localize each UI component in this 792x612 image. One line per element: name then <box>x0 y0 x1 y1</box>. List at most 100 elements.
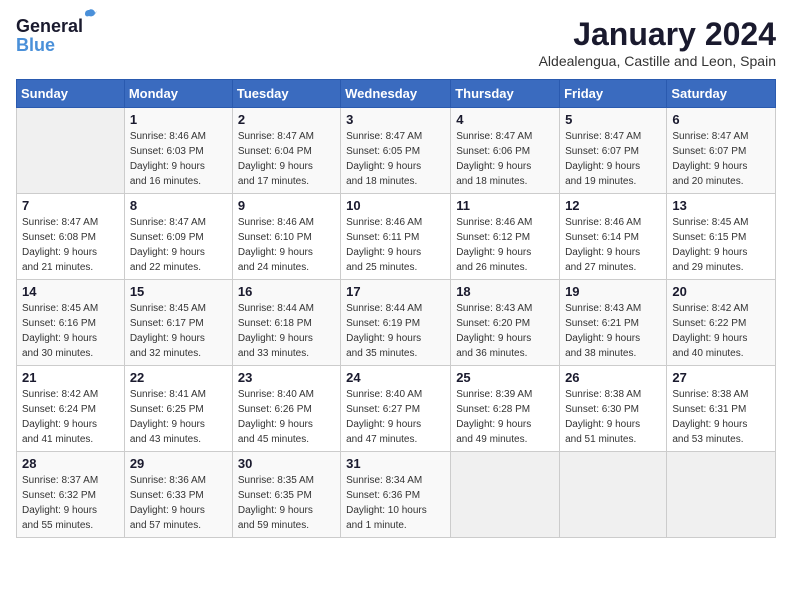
calendar-cell: 28 Sunrise: 8:37 AM Sunset: 6:32 PM Dayli… <box>17 452 125 538</box>
header-row: SundayMondayTuesdayWednesdayThursdayFrid… <box>17 80 776 108</box>
day-info: Sunrise: 8:46 AM Sunset: 6:10 PM Dayligh… <box>238 215 335 275</box>
calendar-cell: 20Sunrise: 8:42 AM Sunset: 6:22 PM Dayli… <box>667 280 776 366</box>
logo: General Blue <box>16 16 83 56</box>
calendar-cell: 3 Sunrise: 8:47 AM Sunset: 6:05 PM Daylig… <box>341 108 451 194</box>
day-header-friday: Friday <box>560 80 667 108</box>
day-info: Sunrise: 8:47 AM Sunset: 6:04 PM Dayligh… <box>238 129 335 189</box>
calendar-week-2: 7 Sunrise: 8:47 AM Sunset: 6:08 PM Daylig… <box>17 194 776 280</box>
calendar-cell: 26 Sunrise: 8:38 AM Sunset: 6:30 PM Dayli… <box>560 366 667 452</box>
calendar-cell: 18 Sunrise: 8:43 AM Sunset: 6:20 PM Dayli… <box>451 280 560 366</box>
day-number: 4 <box>456 112 554 127</box>
day-info: Sunrise: 8:47 AM Sunset: 6:05 PM Dayligh… <box>346 129 445 189</box>
day-number: 10 <box>346 198 445 213</box>
day-number: 31 <box>346 456 445 471</box>
calendar-week-4: 21 Sunrise: 8:42 AM Sunset: 6:24 PM Dayli… <box>17 366 776 452</box>
day-info: Sunrise: 8:44 AM Sunset: 6:18 PM Dayligh… <box>238 301 335 361</box>
day-info: Sunrise: 8:46 AM Sunset: 6:03 PM Dayligh… <box>130 129 227 189</box>
day-header-wednesday: Wednesday <box>341 80 451 108</box>
calendar-cell: 14 Sunrise: 8:45 AM Sunset: 6:16 PM Dayli… <box>17 280 125 366</box>
day-info: Sunrise: 8:45 AM Sunset: 6:16 PM Dayligh… <box>22 301 119 361</box>
day-number: 29 <box>130 456 227 471</box>
calendar-cell: 13 Sunrise: 8:45 AM Sunset: 6:15 PM Dayli… <box>667 194 776 280</box>
day-header-monday: Monday <box>124 80 232 108</box>
day-info: Sunrise: 8:37 AM Sunset: 6:32 PM Dayligh… <box>22 473 119 533</box>
day-info: Sunrise: 8:35 AM Sunset: 6:35 PM Dayligh… <box>238 473 335 533</box>
logo-bird-icon <box>81 8 97 24</box>
day-number: 13 <box>672 198 770 213</box>
calendar-week-1: 1 Sunrise: 8:46 AM Sunset: 6:03 PM Daylig… <box>17 108 776 194</box>
day-number: 3 <box>346 112 445 127</box>
calendar-cell: 23 Sunrise: 8:40 AM Sunset: 6:26 PM Dayli… <box>232 366 340 452</box>
day-info: Sunrise: 8:45 AM Sunset: 6:15 PM Dayligh… <box>672 215 770 275</box>
day-number: 6 <box>672 112 770 127</box>
day-info: Sunrise: 8:46 AM Sunset: 6:11 PM Dayligh… <box>346 215 445 275</box>
calendar-cell: 8 Sunrise: 8:47 AM Sunset: 6:09 PM Daylig… <box>124 194 232 280</box>
day-number: 30 <box>238 456 335 471</box>
logo-blue-text: Blue <box>16 35 55 56</box>
title-block: January 2024 Aldealengua, Castille and L… <box>539 16 776 69</box>
day-header-saturday: Saturday <box>667 80 776 108</box>
day-info: Sunrise: 8:42 AM Sunset: 6:24 PM Dayligh… <box>22 387 119 447</box>
day-number: 1 <box>130 112 227 127</box>
day-number: 17 <box>346 284 445 299</box>
day-info: Sunrise: 8:43 AM Sunset: 6:20 PM Dayligh… <box>456 301 554 361</box>
day-info: Sunrise: 8:46 AM Sunset: 6:14 PM Dayligh… <box>565 215 661 275</box>
day-number: 8 <box>130 198 227 213</box>
calendar-week-5: 28 Sunrise: 8:37 AM Sunset: 6:32 PM Dayli… <box>17 452 776 538</box>
calendar-cell <box>560 452 667 538</box>
calendar-cell <box>17 108 125 194</box>
day-info: Sunrise: 8:38 AM Sunset: 6:30 PM Dayligh… <box>565 387 661 447</box>
calendar-cell: 30 Sunrise: 8:35 AM Sunset: 6:35 PM Dayli… <box>232 452 340 538</box>
calendar-cell: 6 Sunrise: 8:47 AM Sunset: 6:07 PM Daylig… <box>667 108 776 194</box>
day-header-thursday: Thursday <box>451 80 560 108</box>
day-info: Sunrise: 8:34 AM Sunset: 6:36 PM Dayligh… <box>346 473 445 533</box>
calendar-cell: 16 Sunrise: 8:44 AM Sunset: 6:18 PM Dayli… <box>232 280 340 366</box>
day-number: 16 <box>238 284 335 299</box>
day-number: 28 <box>22 456 119 471</box>
calendar-cell: 1 Sunrise: 8:46 AM Sunset: 6:03 PM Daylig… <box>124 108 232 194</box>
day-header-tuesday: Tuesday <box>232 80 340 108</box>
day-number: 23 <box>238 370 335 385</box>
calendar-cell: 17 Sunrise: 8:44 AM Sunset: 6:19 PM Dayli… <box>341 280 451 366</box>
calendar-cell: 12 Sunrise: 8:46 AM Sunset: 6:14 PM Dayli… <box>560 194 667 280</box>
calendar-cell <box>667 452 776 538</box>
day-number: 22 <box>130 370 227 385</box>
day-number: 9 <box>238 198 335 213</box>
day-info: Sunrise: 8:47 AM Sunset: 6:07 PM Dayligh… <box>565 129 661 189</box>
calendar-cell: 2Sunrise: 8:47 AM Sunset: 6:04 PM Daylig… <box>232 108 340 194</box>
day-number: 12 <box>565 198 661 213</box>
calendar-cell: 7 Sunrise: 8:47 AM Sunset: 6:08 PM Daylig… <box>17 194 125 280</box>
logo-general-text: General <box>16 16 83 36</box>
calendar-cell: 21 Sunrise: 8:42 AM Sunset: 6:24 PM Dayli… <box>17 366 125 452</box>
calendar-cell: 15Sunrise: 8:45 AM Sunset: 6:17 PM Dayli… <box>124 280 232 366</box>
day-info: Sunrise: 8:40 AM Sunset: 6:26 PM Dayligh… <box>238 387 335 447</box>
day-number: 20 <box>672 284 770 299</box>
day-number: 7 <box>22 198 119 213</box>
day-number: 18 <box>456 284 554 299</box>
calendar-cell: 27Sunrise: 8:38 AM Sunset: 6:31 PM Dayli… <box>667 366 776 452</box>
day-info: Sunrise: 8:47 AM Sunset: 6:08 PM Dayligh… <box>22 215 119 275</box>
day-info: Sunrise: 8:40 AM Sunset: 6:27 PM Dayligh… <box>346 387 445 447</box>
calendar-cell: 31 Sunrise: 8:34 AM Sunset: 6:36 PM Dayli… <box>341 452 451 538</box>
day-info: Sunrise: 8:47 AM Sunset: 6:06 PM Dayligh… <box>456 129 554 189</box>
day-number: 21 <box>22 370 119 385</box>
calendar-cell: 9 Sunrise: 8:46 AM Sunset: 6:10 PM Daylig… <box>232 194 340 280</box>
day-number: 14 <box>22 284 119 299</box>
day-info: Sunrise: 8:47 AM Sunset: 6:09 PM Dayligh… <box>130 215 227 275</box>
month-title: January 2024 <box>539 16 776 53</box>
calendar-cell: 25Sunrise: 8:39 AM Sunset: 6:28 PM Dayli… <box>451 366 560 452</box>
day-info: Sunrise: 8:39 AM Sunset: 6:28 PM Dayligh… <box>456 387 554 447</box>
calendar-cell: 4 Sunrise: 8:47 AM Sunset: 6:06 PM Daylig… <box>451 108 560 194</box>
calendar-week-3: 14 Sunrise: 8:45 AM Sunset: 6:16 PM Dayli… <box>17 280 776 366</box>
day-number: 5 <box>565 112 661 127</box>
day-info: Sunrise: 8:36 AM Sunset: 6:33 PM Dayligh… <box>130 473 227 533</box>
calendar-table: SundayMondayTuesdayWednesdayThursdayFrid… <box>16 79 776 538</box>
page-header: General Blue January 2024 Aldealengua, C… <box>16 16 776 69</box>
day-number: 11 <box>456 198 554 213</box>
day-info: Sunrise: 8:41 AM Sunset: 6:25 PM Dayligh… <box>130 387 227 447</box>
calendar-cell: 19Sunrise: 8:43 AM Sunset: 6:21 PM Dayli… <box>560 280 667 366</box>
day-info: Sunrise: 8:44 AM Sunset: 6:19 PM Dayligh… <box>346 301 445 361</box>
day-number: 26 <box>565 370 661 385</box>
calendar-cell: 5 Sunrise: 8:47 AM Sunset: 6:07 PM Daylig… <box>560 108 667 194</box>
day-info: Sunrise: 8:47 AM Sunset: 6:07 PM Dayligh… <box>672 129 770 189</box>
